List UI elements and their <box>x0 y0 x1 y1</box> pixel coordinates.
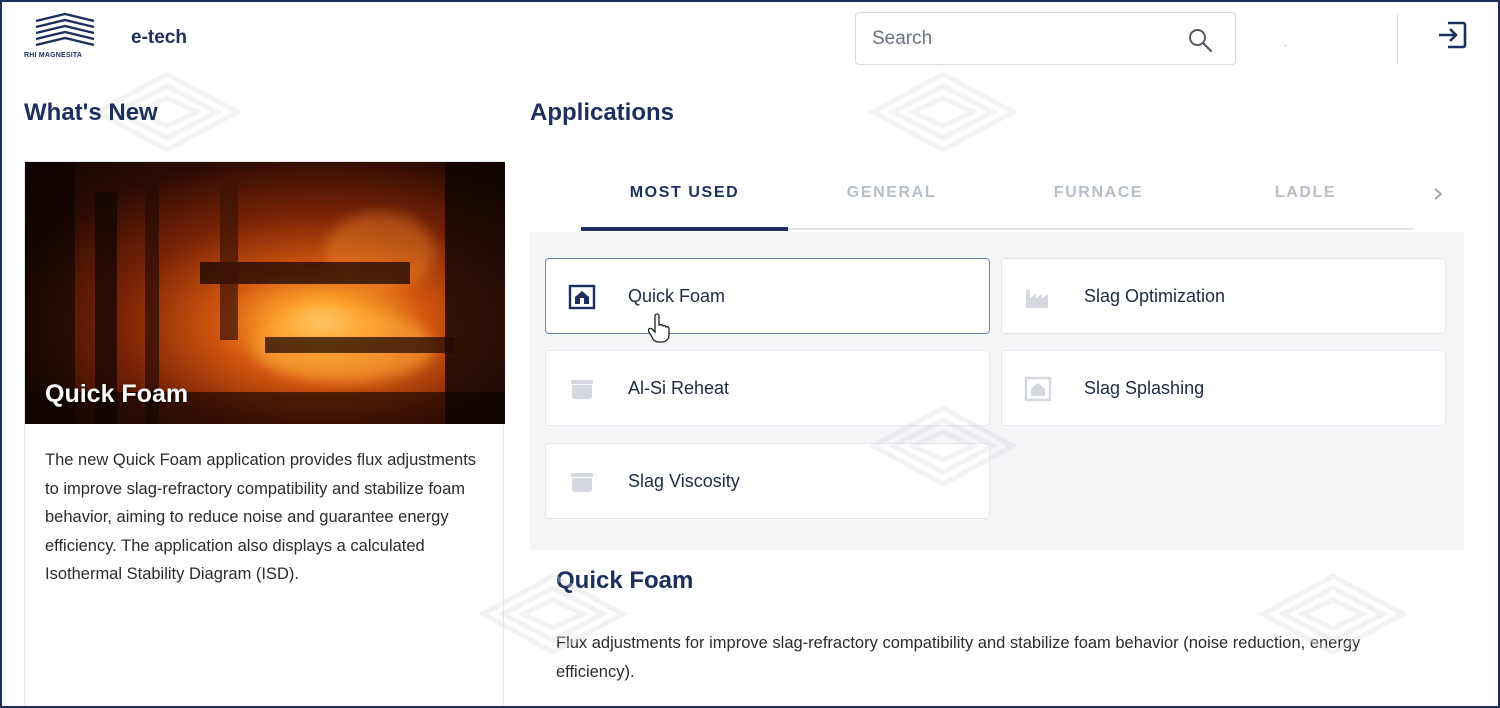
app-card-slag-optimization[interactable]: Slag Optimization <box>1001 258 1446 334</box>
app-card-label: Slag Optimization <box>1084 286 1226 306</box>
chevron-right-icon[interactable] <box>1430 184 1446 204</box>
tab-general[interactable]: GENERAL <box>788 170 995 228</box>
application-tabs: MOST USED GENERAL FURNACE LADLE <box>581 170 1413 232</box>
whats-new-heading: What's New <box>24 99 158 126</box>
logo-wordmark: RHI MAGNESITA <box>24 52 83 59</box>
app-card-label: Slag Viscosity <box>628 471 740 491</box>
watermark-pattern <box>478 573 628 655</box>
watermark-pattern <box>1258 573 1408 655</box>
tab-most-used[interactable]: MOST USED <box>581 170 788 228</box>
app-card-slag-splashing[interactable]: Slag Splashing <box>1001 350 1446 426</box>
furnace-app-icon <box>568 284 596 310</box>
furnace-app-icon <box>1024 376 1052 402</box>
news-card-body: The new Quick Foam application provides … <box>45 451 477 584</box>
ladle-icon <box>571 473 593 492</box>
applications-heading: Applications <box>530 99 675 126</box>
app-card-quick-foam[interactable]: Quick Foam <box>545 258 990 334</box>
watermark-pattern <box>868 71 1018 153</box>
news-card-title: Quick Foam <box>45 380 189 408</box>
tab-furnace[interactable]: FURNACE <box>995 170 1202 228</box>
search-input[interactable] <box>872 25 1172 53</box>
search-icon[interactable] <box>1187 27 1213 53</box>
app-name: e-tech <box>131 27 187 48</box>
user-status-indicator: . <box>1284 38 1287 49</box>
pointer-hand-icon <box>648 313 670 343</box>
brand-logo[interactable]: RHI MAGNESITA <box>24 12 106 64</box>
news-image: Quick Foam <box>25 162 505 424</box>
search-box[interactable] <box>855 12 1236 65</box>
factory-icon <box>1026 290 1048 308</box>
news-card[interactable]: Quick Foam The new Quick Foam applicatio… <box>24 161 505 708</box>
logo-mark-icon <box>35 12 95 47</box>
tab-active-indicator <box>581 227 788 231</box>
tab-ladle[interactable]: LADLE <box>1202 170 1409 228</box>
header-divider <box>1397 14 1398 64</box>
app-card-label: Al-Si Reheat <box>628 378 730 398</box>
logout-icon[interactable] <box>1436 20 1468 50</box>
app-card-label: Slag Splashing <box>1084 378 1205 398</box>
watermark-pattern <box>868 405 1018 487</box>
ladle-icon <box>571 380 593 399</box>
app-card-label: Quick Foam <box>628 286 726 306</box>
